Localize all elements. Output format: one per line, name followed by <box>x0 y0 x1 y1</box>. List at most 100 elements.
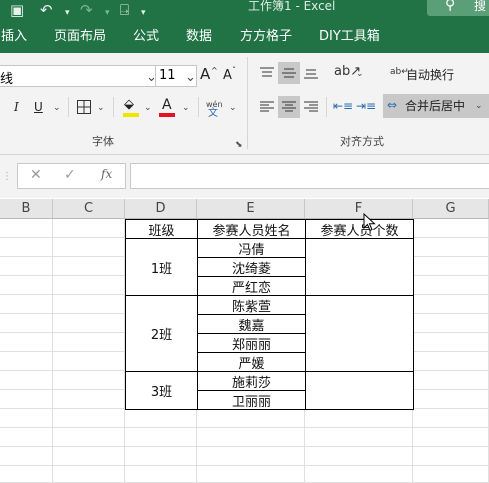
grid-cell[interactable] <box>0 447 53 466</box>
grid-cell[interactable] <box>413 238 489 257</box>
name-cell[interactable]: 冯倩 <box>197 238 306 258</box>
font-name-box[interactable]: 线 ⌄ <box>0 65 157 87</box>
grid-cell[interactable] <box>0 314 53 333</box>
name-cell[interactable]: 严媛 <box>197 352 306 372</box>
name-cell[interactable]: 施莉莎 <box>197 371 306 391</box>
tab-data[interactable]: 数据 <box>186 29 212 45</box>
align-middle-icon[interactable] <box>282 67 296 79</box>
align-top-icon[interactable] <box>260 67 274 79</box>
redo-icon[interactable]: ↷ <box>80 1 93 19</box>
name-cell[interactable]: 魏嘉 <box>197 314 306 334</box>
class-cell[interactable]: 3班 <box>125 371 198 410</box>
grid-cell[interactable] <box>53 352 125 371</box>
decrease-indent-icon[interactable]: ⇤≡ <box>333 98 353 114</box>
merge-center-button[interactable]: ⇔ 合并后居中 ⌄ <box>383 94 489 118</box>
grid-cell[interactable] <box>53 333 125 352</box>
font-dialog-launcher-icon[interactable]: ⬊ <box>235 137 243 153</box>
increase-indent-icon[interactable]: ⇥≡ <box>356 98 376 114</box>
column-header-c[interactable]: C <box>53 199 125 219</box>
touch-mode-icon[interactable]: ⍈ <box>120 1 129 19</box>
table-header-class[interactable]: 班级 <box>125 219 198 239</box>
tab-page-layout[interactable]: 页面布局 <box>54 29 106 45</box>
grid-cell[interactable] <box>0 409 53 428</box>
grid-cell[interactable] <box>0 219 53 238</box>
grid-cell[interactable] <box>305 466 413 483</box>
merge-dropdown-icon[interactable]: ⌄ <box>475 101 483 111</box>
grid-cell[interactable] <box>0 390 53 409</box>
wrap-text-button[interactable]: 自动换行 <box>406 67 454 83</box>
align-bottom-icon[interactable] <box>304 67 318 79</box>
grid-cell[interactable] <box>0 276 53 295</box>
grid-cell[interactable] <box>305 409 413 428</box>
align-left-icon[interactable] <box>260 101 274 113</box>
column-header-b[interactable]: B <box>0 199 53 219</box>
orientation-dropdown-icon[interactable]: ⌄ <box>356 69 364 79</box>
borders-dropdown-icon[interactable]: ⌄ <box>97 103 105 113</box>
grid-cell[interactable] <box>53 314 125 333</box>
undo-icon[interactable]: ↶ <box>40 1 53 19</box>
class-cell[interactable]: 1班 <box>125 238 198 296</box>
font-color-button[interactable]: A <box>162 97 172 113</box>
class-cell[interactable]: 2班 <box>125 295 198 372</box>
column-header-d[interactable]: D <box>125 199 197 219</box>
underline-dropdown-icon[interactable]: ⌄ <box>53 103 61 113</box>
grid-cell[interactable] <box>53 390 125 409</box>
cancel-icon[interactable]: ✕ <box>30 167 42 183</box>
fill-color-icon[interactable]: ⬙ <box>124 97 134 113</box>
grid-cell[interactable] <box>53 257 125 276</box>
grid-cell[interactable] <box>305 447 413 466</box>
tab-formulas[interactable]: 公式 <box>133 29 159 45</box>
grid-cell[interactable] <box>53 447 125 466</box>
name-cell[interactable]: 郑丽丽 <box>197 333 306 353</box>
grid-cell[interactable] <box>197 466 305 483</box>
grid-cell[interactable] <box>305 428 413 447</box>
column-header-f[interactable]: F <box>305 199 413 219</box>
grid-cell[interactable] <box>197 447 305 466</box>
count-cell[interactable] <box>305 371 414 410</box>
grid-cell[interactable] <box>125 428 197 447</box>
grid-cell[interactable] <box>0 333 53 352</box>
grid-cell[interactable] <box>53 428 125 447</box>
grid-cell[interactable] <box>0 295 53 314</box>
tell-me-search[interactable]: ⚲ 搜 <box>427 0 489 16</box>
more-options-icon[interactable]: ⋮ <box>2 169 12 185</box>
align-center-icon[interactable] <box>282 101 296 113</box>
grid-cell[interactable] <box>413 371 489 390</box>
grid-cell[interactable] <box>53 466 125 483</box>
grid-cell[interactable] <box>413 428 489 447</box>
grid-cell[interactable] <box>413 409 489 428</box>
grid-cell[interactable] <box>53 276 125 295</box>
grid-cell[interactable] <box>53 238 125 257</box>
count-cell[interactable] <box>305 238 414 296</box>
italic-button[interactable]: I <box>14 99 19 115</box>
grid-cell[interactable] <box>53 295 125 314</box>
undo-dropdown-icon[interactable]: ▾ <box>65 4 70 22</box>
grid-cell[interactable] <box>125 466 197 483</box>
grid-cell[interactable] <box>413 295 489 314</box>
grid-cell[interactable] <box>125 409 197 428</box>
grid-cell[interactable] <box>0 238 53 257</box>
enter-icon[interactable]: ✓ <box>64 167 76 183</box>
grid-cell[interactable] <box>0 371 53 390</box>
phonetic-dropdown-icon[interactable]: ⌄ <box>229 103 237 113</box>
column-header-e[interactable]: E <box>197 199 305 219</box>
underline-button[interactable]: U <box>34 99 43 115</box>
name-cell[interactable]: 陈紫萱 <box>197 295 306 315</box>
save-icon[interactable]: ▣ <box>10 1 24 19</box>
name-cell[interactable]: 沈绮菱 <box>197 257 306 277</box>
grid-cell[interactable] <box>413 314 489 333</box>
insert-function-icon[interactable]: fx <box>101 167 112 181</box>
name-cell[interactable]: 严红恋 <box>197 276 306 296</box>
grid-cell[interactable] <box>53 371 125 390</box>
grid-cell[interactable] <box>197 409 305 428</box>
grid-cell[interactable] <box>413 466 489 483</box>
customize-toolbar-icon[interactable]: ▾ <box>141 4 146 22</box>
shrink-font-button[interactable]: A <box>223 68 232 84</box>
grid-cell[interactable] <box>413 276 489 295</box>
table-header-count[interactable]: 参赛人员个数 <box>305 219 414 239</box>
font-color-dropdown-icon[interactable]: ⌄ <box>182 103 190 113</box>
grid-cell[interactable] <box>413 390 489 409</box>
column-header-g[interactable]: G <box>413 199 489 219</box>
grid-cell[interactable] <box>413 257 489 276</box>
grid-cell[interactable] <box>197 428 305 447</box>
